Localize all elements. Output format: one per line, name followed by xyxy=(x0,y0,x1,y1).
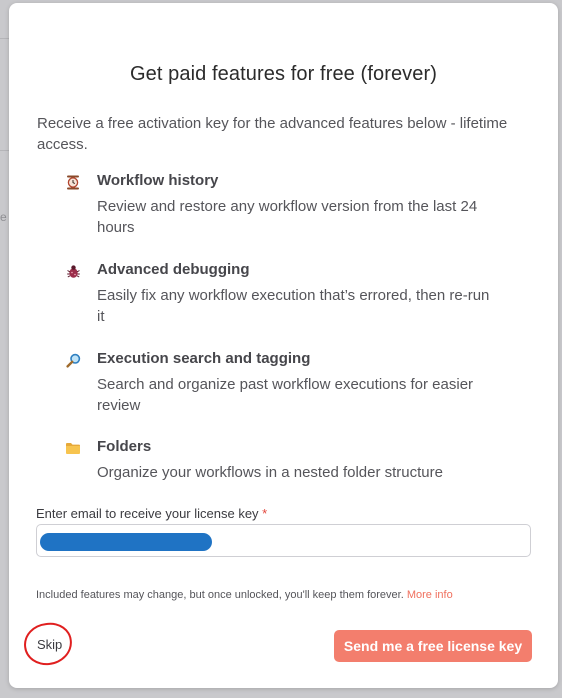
clock-icon xyxy=(65,174,81,190)
dialog-title: Get paid features for free (forever) xyxy=(129,63,438,85)
skip-button[interactable]: Skip xyxy=(37,637,62,652)
magnifier-icon xyxy=(65,352,81,368)
feature-title: Workflow history xyxy=(97,172,219,189)
feature-title: Advanced debugging xyxy=(97,261,250,278)
feature-description: Easily fix any workflow execution that’s… xyxy=(97,287,490,325)
feature-description: Search and organize past workflow execut… xyxy=(97,376,474,414)
feature-title: Execution search and tagging xyxy=(97,350,311,367)
footnote-text: Included features may change, but once u… xyxy=(36,589,404,601)
required-marker: * xyxy=(262,506,268,521)
email-label-text: Enter email to receive your license key xyxy=(36,506,259,521)
folder-icon xyxy=(65,440,81,456)
feature-title: Folders xyxy=(97,438,152,455)
email-field-label: Enter email to receive your license key … xyxy=(36,506,267,521)
dialog-intro: Receive a free activation key for the ad… xyxy=(37,115,508,153)
license-dialog: Get paid features for free (forever) Rec… xyxy=(9,3,558,688)
bug-icon xyxy=(65,263,81,279)
email-field[interactable] xyxy=(36,524,531,557)
send-license-key-button[interactable]: Send me a free license key xyxy=(334,630,532,662)
backdrop-text-fragment: e xyxy=(0,210,7,224)
footnote: Included features may change, but once u… xyxy=(36,589,453,601)
redaction-scribble xyxy=(40,533,212,551)
more-info-link[interactable]: More info xyxy=(407,589,453,601)
feature-description: Review and restore any workflow version … xyxy=(97,198,478,236)
feature-description: Organize your workflows in a nested fold… xyxy=(97,464,443,481)
